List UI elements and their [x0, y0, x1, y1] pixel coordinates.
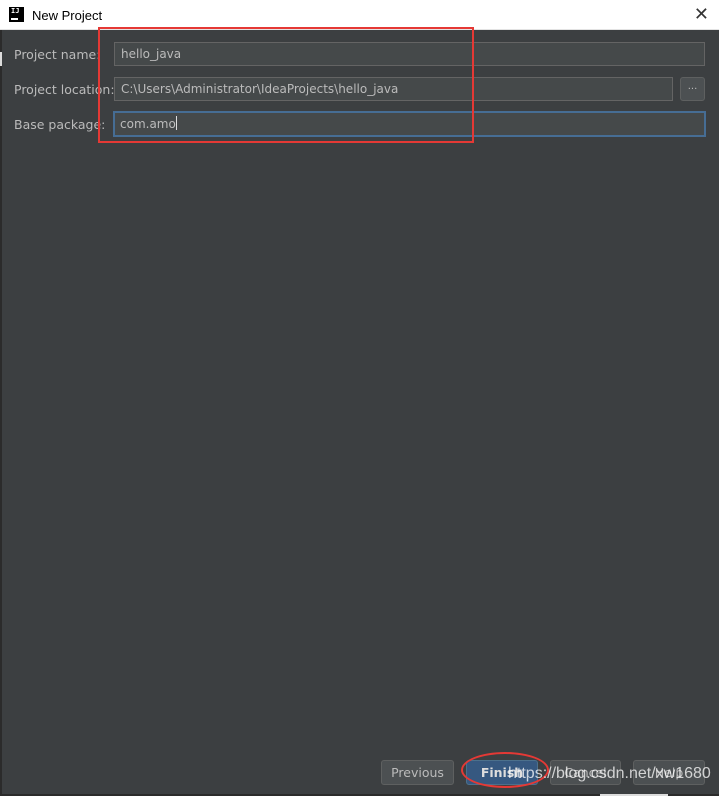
- project-name-label: Project name:: [14, 47, 101, 62]
- base-package-label: Base package:: [14, 117, 106, 132]
- base-package-field[interactable]: com.amo: [113, 111, 706, 137]
- close-icon[interactable]: ✕: [694, 4, 709, 25]
- window-left-edge: [0, 30, 2, 796]
- window-title: New Project: [32, 8, 103, 23]
- project-location-field[interactable]: C:\Users\Administrator\IdeaProjects\hell…: [114, 77, 673, 101]
- project-name-field[interactable]: hello_java: [114, 42, 705, 66]
- watermark-text: https://blog.csdn.net/xw1680: [508, 765, 711, 782]
- base-package-value: com.amo: [120, 117, 176, 131]
- intellij-idea-icon: IJ: [9, 7, 24, 22]
- previous-button[interactable]: Previous: [381, 760, 454, 785]
- browse-button[interactable]: ...: [680, 77, 705, 101]
- title-bar: IJ New Project ✕: [0, 0, 719, 30]
- text-caret: [175, 116, 177, 130]
- project-location-label: Project location:: [14, 82, 115, 97]
